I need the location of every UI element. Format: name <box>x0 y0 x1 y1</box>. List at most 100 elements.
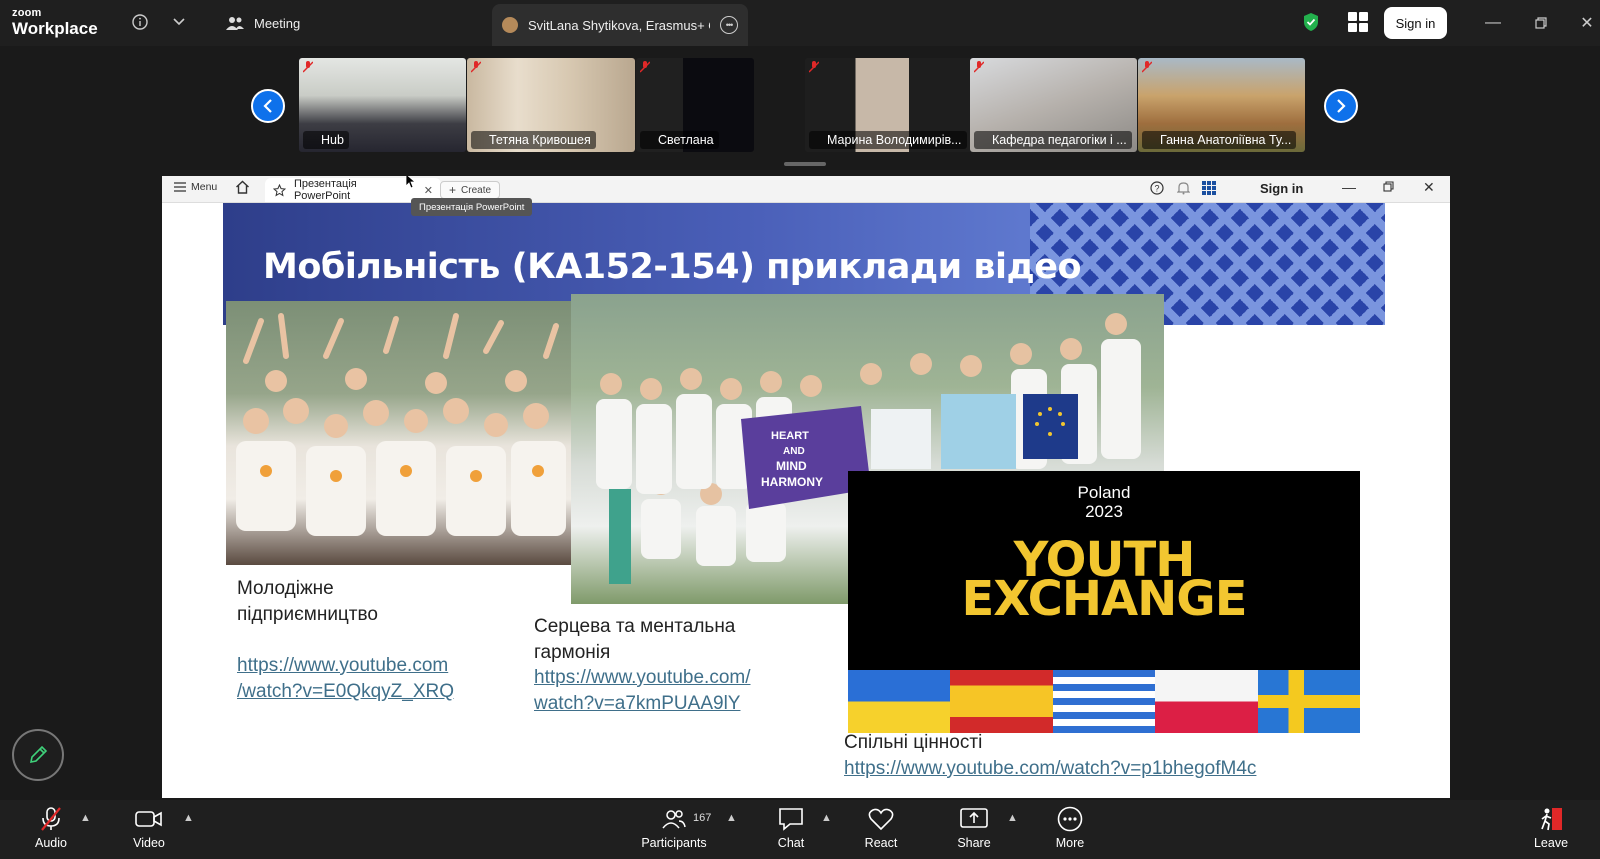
participant-tile[interactable]: Тетяна Кривошея <box>467 58 635 152</box>
meeting-tab[interactable]: Meeting <box>226 0 300 46</box>
banner-text-line4: HARMONY <box>761 475 823 489</box>
participant-tile[interactable]: Марина Володимирів... <box>805 58 973 152</box>
muted-mic-icon <box>1142 61 1152 73</box>
caption-heart-mind-harmony: Серцева та ментальна гармонія <box>534 614 735 666</box>
minimize-icon[interactable]: — <box>1482 12 1504 34</box>
cursor-icon <box>405 176 415 189</box>
youth-exchange-thumbnail: Poland 2023 YOUTH EXCHANGE <box>848 471 1360 733</box>
resize-handle[interactable] <box>784 162 826 166</box>
browser-toolbar: Menu Презентація PowerPoint ✕ + Create ? <box>162 176 1450 203</box>
browser-close-icon[interactable]: ✕ <box>1423 179 1435 196</box>
link-line: watch?v=a7kmPUAA9lY <box>534 693 741 714</box>
zoom-window: zoom Workplace Meeting SvitLana Shytikov… <box>0 0 1600 859</box>
next-participants-button[interactable] <box>1324 89 1358 123</box>
shared-screen: Menu Презентація PowerPoint ✕ + Create ? <box>162 176 1450 798</box>
participant-tile[interactable]: Кафедра педагогіки і ... <box>970 58 1137 152</box>
participant-tile[interactable]: Hub <box>299 58 466 152</box>
browser-minimize-icon[interactable]: — <box>1342 179 1356 195</box>
muted-mic-icon <box>974 61 984 73</box>
muted-mic-icon <box>809 61 819 73</box>
menu-label: Menu <box>191 181 218 193</box>
bell-icon[interactable] <box>1177 181 1190 195</box>
more-options-icon[interactable]: ••• <box>720 16 738 34</box>
card-country: Poland <box>1077 483 1131 502</box>
banner-text-line2: AND <box>783 446 805 457</box>
caption-youth-entrepreneurship: Молодіжне підприємництво <box>237 576 378 628</box>
muted-mic-icon <box>471 61 481 73</box>
chevron-right-icon <box>1337 99 1346 113</box>
participant-tile[interactable]: Светлана <box>636 58 754 152</box>
browser-sign-in-button[interactable]: Sign in <box>1260 181 1303 196</box>
sign-in-button[interactable]: Sign in <box>1384 7 1447 39</box>
participants-label: Participants <box>641 836 707 850</box>
flag-spain <box>950 670 1053 733</box>
svg-text:?: ? <box>1154 184 1159 194</box>
video-button[interactable]: Video <box>104 805 194 855</box>
apps-grid-icon[interactable] <box>1202 181 1216 195</box>
browser-restore-icon[interactable] <box>1383 179 1394 195</box>
card-word-exchange: EXCHANGE <box>961 571 1248 627</box>
previous-participants-button[interactable] <box>251 89 285 123</box>
participant-name: Hub <box>303 131 349 149</box>
audio-options-caret[interactable]: ▲ <box>80 812 91 824</box>
shield-icon[interactable] <box>1302 12 1320 32</box>
star-icon <box>273 183 286 197</box>
close-tab-icon[interactable]: ✕ <box>424 184 433 197</box>
avatar <box>502 17 518 33</box>
participant-name: Светлана <box>640 131 719 149</box>
pen-icon <box>29 745 48 764</box>
active-meeting-tab[interactable]: SvitLana Shytikova, Erasmus+ Offi ••• <box>492 4 748 46</box>
participants-count: 167 <box>693 812 712 824</box>
flag-ukraine <box>848 670 951 733</box>
home-icon[interactable] <box>235 180 250 194</box>
more-icon <box>1057 806 1083 832</box>
card-year: 2023 <box>1085 502 1123 521</box>
link-line: /watch?v=E0QkqyZ_XRQ <box>237 681 455 702</box>
link-youth-entrepreneurship[interactable]: https://www.youtube.com /watch?v=E0QkqyZ… <box>237 653 454 705</box>
share-options-caret[interactable]: ▲ <box>1007 812 1018 824</box>
title-bar: zoom Workplace Meeting SvitLana Shytikov… <box>0 0 1600 46</box>
muted-mic-icon <box>41 807 61 831</box>
share-screen-icon <box>960 808 988 828</box>
participant-tile[interactable]: Ганна Анатоліївна Ту... <box>1138 58 1305 152</box>
photo-youth-entrepreneurship <box>226 301 571 565</box>
more-label: More <box>1055 836 1085 850</box>
video-options-caret[interactable]: ▲ <box>183 812 194 824</box>
chevron-down-icon[interactable] <box>168 11 190 33</box>
more-button[interactable]: More <box>1025 805 1115 855</box>
logo-big-text: Workplace <box>12 19 98 38</box>
participant-name: Кафедра педагогіки і ... <box>974 131 1132 149</box>
logo-small-text: zoom <box>12 7 42 19</box>
chat-label: Chat <box>777 836 805 850</box>
share-button[interactable]: Share <box>929 805 1019 855</box>
participant-name: Тетяна Кривошея <box>471 131 596 149</box>
flags-strip <box>848 670 1360 733</box>
link-line: https://www.youtube.com <box>237 655 449 676</box>
menu-button[interactable]: Menu <box>174 181 217 193</box>
close-icon[interactable]: ✕ <box>1576 12 1598 34</box>
audio-label: Audio <box>35 836 67 850</box>
meeting-controls: Audio ▲ Video ▲ Participants 167 ▲ Chat … <box>0 800 1600 859</box>
info-icon[interactable] <box>129 11 151 33</box>
flag-poland <box>1155 670 1258 733</box>
crowd-photo-shapes <box>236 313 566 536</box>
browser-tab-title: Презентація PowerPoint <box>293 178 357 202</box>
apps-icon[interactable] <box>1348 12 1368 32</box>
create-button[interactable]: + Create <box>440 181 501 199</box>
help-icon[interactable]: ? <box>1150 181 1164 195</box>
video-label: Video <box>133 836 165 850</box>
react-button[interactable]: React <box>836 805 926 855</box>
leave-button[interactable]: Leave <box>1516 805 1586 855</box>
restore-icon[interactable] <box>1530 12 1552 34</box>
participants-options-caret[interactable]: ▲ <box>726 812 737 824</box>
link-common-values[interactable]: https://www.youtube.com/watch?v=p1bhegof… <box>844 756 1256 782</box>
caption-common-values: Спільні цінності <box>844 732 983 753</box>
muted-mic-icon <box>640 61 650 73</box>
chat-options-caret[interactable]: ▲ <box>821 812 832 824</box>
annotate-button[interactable] <box>12 729 64 781</box>
chevron-left-icon <box>263 99 272 113</box>
zoom-logo: zoom Workplace <box>12 7 98 38</box>
flag-sweden <box>1257 670 1360 733</box>
chat-bubble-icon <box>779 808 803 831</box>
link-heart-mind-harmony[interactable]: https://www.youtube.com/ watch?v=a7kmPUA… <box>534 665 751 717</box>
